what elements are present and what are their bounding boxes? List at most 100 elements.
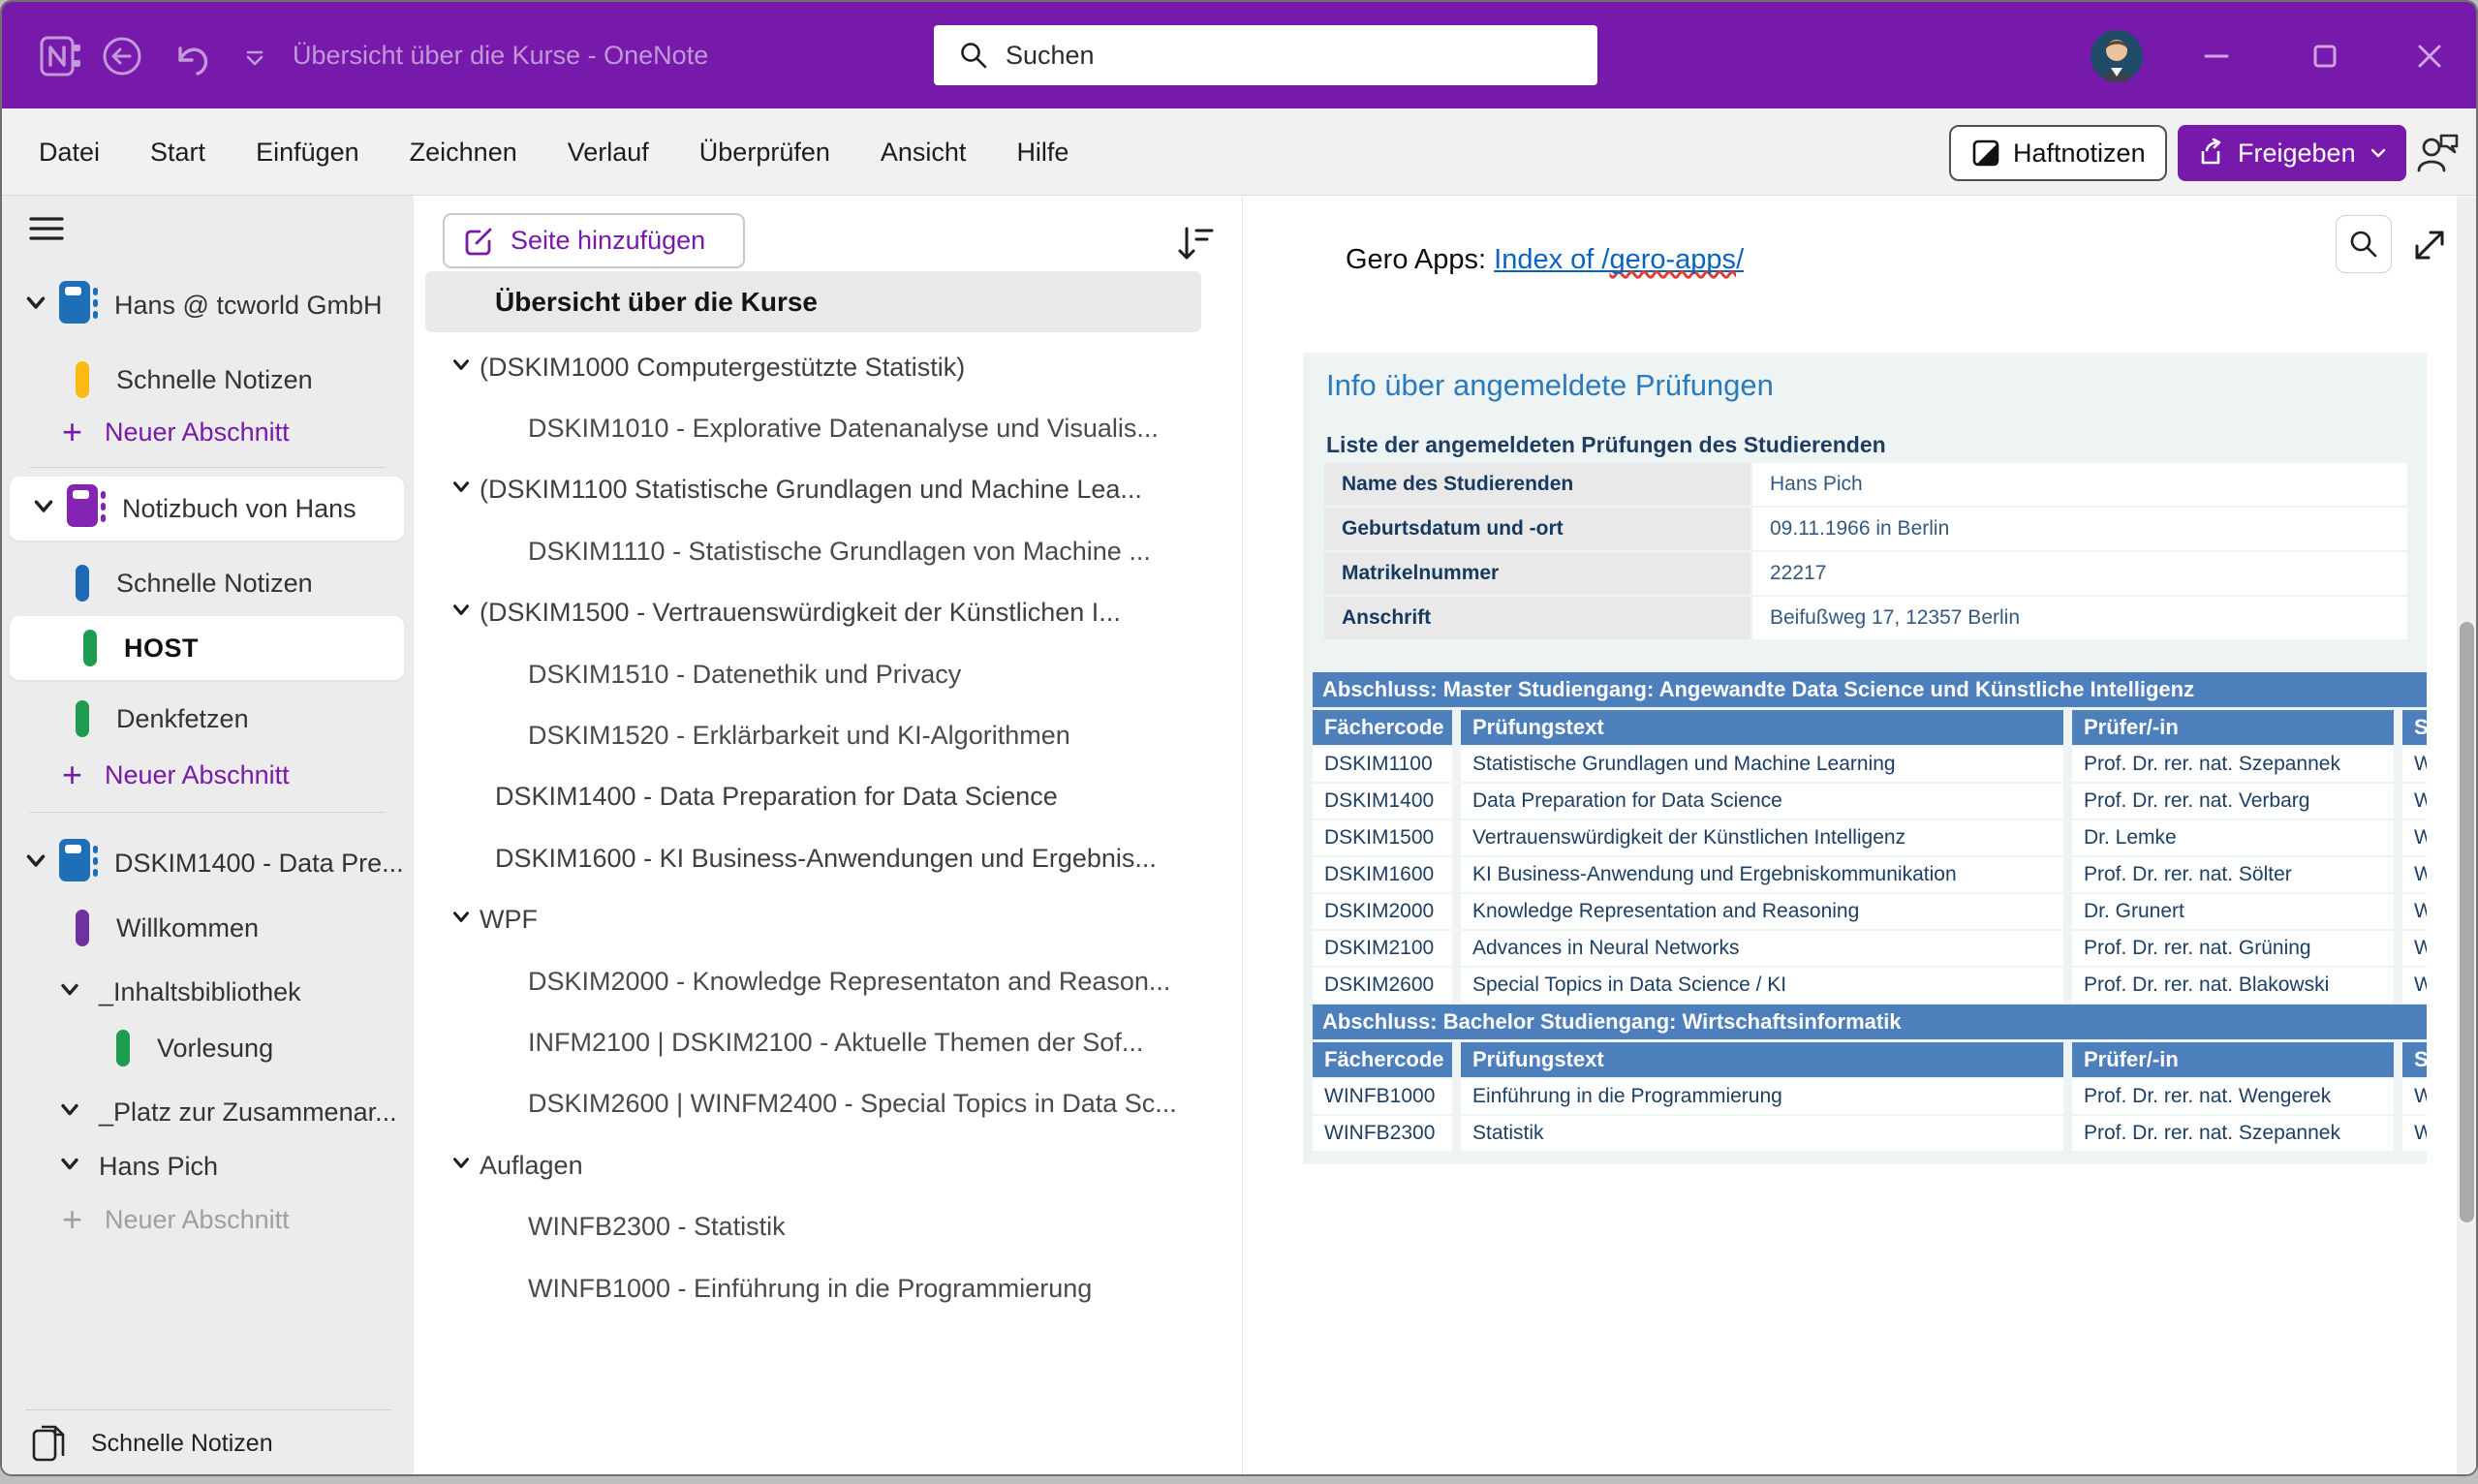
sidebar-group-row[interactable]: _Platz zur Zusammenar... bbox=[2, 1091, 414, 1133]
sidebar-notebook-row[interactable]: DSKIM1400 - Data Pre... bbox=[2, 839, 414, 887]
page-list-item[interactable]: DSKIM1010 - Explorative Datenanalyse und… bbox=[414, 398, 1243, 458]
page-list-item[interactable]: Auflagen bbox=[414, 1135, 1243, 1195]
page-list-item[interactable]: DSKIM2600 | WINFM2400 - Special Topics i… bbox=[414, 1074, 1243, 1134]
menu-item-einfgen[interactable]: Einfügen bbox=[256, 138, 359, 168]
sidebar-section-row[interactable]: HOST bbox=[10, 616, 404, 680]
sidebar-notebook-label: Notizbuch von Hans bbox=[122, 494, 356, 524]
sidebar-new-section-row[interactable]: +Neuer Abschnitt bbox=[2, 754, 414, 796]
section-color-bar bbox=[76, 361, 89, 398]
chevron-down-icon[interactable] bbox=[449, 904, 474, 936]
sort-icon[interactable] bbox=[1173, 221, 1218, 270]
table-cell: Prof. Dr. rer. nat. Blakowski bbox=[2072, 968, 2394, 1003]
page-list-item[interactable]: DSKIM1510 - Datenethik und Privacy bbox=[414, 644, 1243, 704]
sidebar-section-row[interactable]: Vorlesung bbox=[2, 1027, 414, 1069]
chevron-down-icon[interactable] bbox=[29, 491, 58, 527]
sidebar-group-row[interactable]: Hans Pich bbox=[2, 1145, 414, 1188]
window-title: Übersicht über die Kurse - OneNote bbox=[293, 2, 708, 108]
page-list-item[interactable]: DSKIM2000 - Knowledge Representaton and … bbox=[414, 951, 1243, 1011]
table-cell: DSKIM1400 bbox=[1313, 784, 1452, 819]
table-row: Name des StudierendenHans Pich bbox=[1324, 463, 2407, 506]
page-list-item[interactable]: WINFB1000 - Einführung in die Programmie… bbox=[414, 1258, 1243, 1318]
menu-item-verlauf[interactable]: Verlauf bbox=[568, 138, 649, 168]
embedded-exam-info-panel: Info über angemeldete Prüfungen Liste de… bbox=[1303, 353, 2427, 1164]
table-cell: Advances in Neural Networks bbox=[1461, 931, 2063, 966]
menu-item-start[interactable]: Start bbox=[150, 138, 205, 168]
menu-item-zeichnen[interactable]: Zeichnen bbox=[410, 138, 517, 168]
avatar[interactable] bbox=[2091, 30, 2143, 82]
table-row: DSKIM1600KI Business-Anwendung und Ergeb… bbox=[1313, 857, 2427, 892]
quick-notes-footer[interactable]: Schnelle Notizen bbox=[2, 1418, 414, 1469]
menu-item-ansicht[interactable]: Ansicht bbox=[881, 138, 967, 168]
people-feedback-icon[interactable] bbox=[2412, 128, 2463, 181]
hamburger-menu-icon[interactable] bbox=[27, 211, 66, 251]
page-list-item[interactable]: (DSKIM1000 Computergestützte Statistik) bbox=[414, 337, 1243, 397]
page-list-item-selected[interactable]: Übersicht über die Kurse bbox=[425, 271, 1201, 332]
info-label-cell: Geburtsdatum und -ort bbox=[1324, 508, 1750, 550]
page-list-item[interactable]: WINFB2300 - Statistik bbox=[414, 1197, 1243, 1257]
sidebar-section-row[interactable]: Willkommen bbox=[2, 907, 414, 949]
sidebar-notebook-row[interactable]: Notizbuch von Hans bbox=[10, 477, 404, 541]
page-list-pane: Seite hinzufügen Übersicht über die Kurs… bbox=[414, 196, 1243, 1476]
notebook-icon bbox=[58, 281, 99, 325]
close-button[interactable] bbox=[2402, 31, 2457, 81]
section-color-bar bbox=[76, 910, 89, 946]
page-title: INFM2100 | DSKIM2100 - Aktuelle Themen d… bbox=[528, 1028, 1143, 1058]
page-list-item[interactable]: DSKIM1400 - Data Preparation for Data Sc… bbox=[414, 767, 1243, 827]
page-list-item[interactable]: DSKIM1520 - Erklärbarkeit und KI-Algorit… bbox=[414, 705, 1243, 765]
table-row: WINFB1000Einführung in die Programmierun… bbox=[1313, 1079, 2427, 1114]
chevron-down-icon[interactable] bbox=[449, 352, 474, 384]
menu-item-datei[interactable]: Datei bbox=[39, 138, 100, 168]
sidebar-new-section-row[interactable]: +Neuer Abschnitt bbox=[2, 1198, 414, 1241]
menu-item-hilfe[interactable]: Hilfe bbox=[1016, 138, 1069, 168]
sidebar-notebook-row[interactable]: Hans @ tcworld GmbH bbox=[2, 281, 414, 329]
haftnotizen-button[interactable]: Haftnotizen bbox=[1949, 125, 2167, 181]
page-list-item[interactable]: INFM2100 | DSKIM2100 - Aktuelle Themen d… bbox=[414, 1012, 1243, 1072]
info-value-cell: Beifußweg 17, 12357 Berlin bbox=[1752, 597, 2407, 639]
page-list-item[interactable]: WPF bbox=[414, 890, 1243, 950]
info-label-cell: Name des Studierenden bbox=[1324, 463, 1750, 506]
quick-access-chevron-icon[interactable] bbox=[242, 48, 267, 70]
table-cell: W bbox=[2402, 894, 2427, 929]
add-page-button[interactable]: Seite hinzufügen bbox=[443, 213, 745, 268]
chevron-down-icon[interactable] bbox=[56, 1150, 83, 1184]
chevron-down-icon[interactable] bbox=[449, 1150, 474, 1182]
plus-icon: + bbox=[62, 1202, 82, 1237]
sidebar-section-label: Schnelle Notizen bbox=[116, 365, 313, 395]
table-row: DSKIM1100Statistische Grundlagen und Mac… bbox=[1313, 747, 2427, 782]
undo-icon[interactable] bbox=[169, 35, 213, 79]
page-list-item[interactable]: (DSKIM1500 - Vertrauenswürdigkeit der Kü… bbox=[414, 583, 1243, 643]
sidebar-section-row[interactable]: Denkfetzen bbox=[2, 697, 414, 740]
chevron-down-icon bbox=[56, 1150, 83, 1177]
page-list-item[interactable]: DSKIM1110 - Statistische Grundlagen von … bbox=[414, 521, 1243, 581]
chevron-down-icon[interactable] bbox=[449, 597, 474, 629]
table-row: DSKIM2000Knowledge Representation and Re… bbox=[1313, 894, 2427, 929]
table-cell: Vertrauenswürdigkeit der Künstlichen Int… bbox=[1461, 820, 2063, 855]
chevron-down-icon[interactable] bbox=[56, 1096, 83, 1129]
sidebar-group-row[interactable]: _Inhaltsbibliothek bbox=[2, 971, 414, 1013]
sidebar-section-row[interactable]: Schnelle Notizen bbox=[2, 562, 414, 604]
maximize-button[interactable] bbox=[2298, 31, 2352, 81]
page-list-item[interactable]: DSKIM1600 - KI Business-Anwendungen und … bbox=[414, 828, 1243, 888]
expand-page-icon[interactable] bbox=[2407, 223, 2452, 272]
chevron-down-icon[interactable] bbox=[21, 846, 50, 881]
info-panel-heading: Info über angemeldete Prüfungen bbox=[1326, 368, 1774, 403]
page-search-button[interactable] bbox=[2336, 215, 2392, 273]
search-input[interactable]: Suchen bbox=[934, 25, 1597, 85]
page-list-item[interactable]: (DSKIM1100 Statistische Grundlagen und M… bbox=[414, 460, 1243, 520]
table-row: Matrikelnummer22217 bbox=[1324, 552, 2407, 595]
back-button[interactable] bbox=[101, 35, 143, 77]
chevron-down-icon[interactable] bbox=[21, 288, 50, 324]
table-cell: WINFB1000 bbox=[1313, 1079, 1452, 1114]
sidebar-section-row[interactable]: Schnelle Notizen bbox=[2, 358, 414, 401]
gero-apps-link[interactable]: Index of /gero-apps/ bbox=[1494, 244, 1744, 275]
chevron-down-icon[interactable] bbox=[449, 474, 474, 506]
menu-item-berprfen[interactable]: Überprüfen bbox=[699, 138, 830, 168]
vertical-scrollbar-thumb[interactable] bbox=[2460, 622, 2474, 1222]
freigeben-button[interactable]: Freigeben bbox=[2178, 125, 2406, 181]
minimize-button[interactable] bbox=[2189, 31, 2244, 81]
plus-icon: + bbox=[62, 415, 82, 449]
table-cell: Dr. Lemke bbox=[2072, 820, 2394, 855]
table-cell: KI Business-Anwendung und Ergebniskommun… bbox=[1461, 857, 2063, 892]
chevron-down-icon[interactable] bbox=[56, 975, 83, 1009]
sidebar-new-section-row[interactable]: +Neuer Abschnitt bbox=[2, 411, 414, 453]
